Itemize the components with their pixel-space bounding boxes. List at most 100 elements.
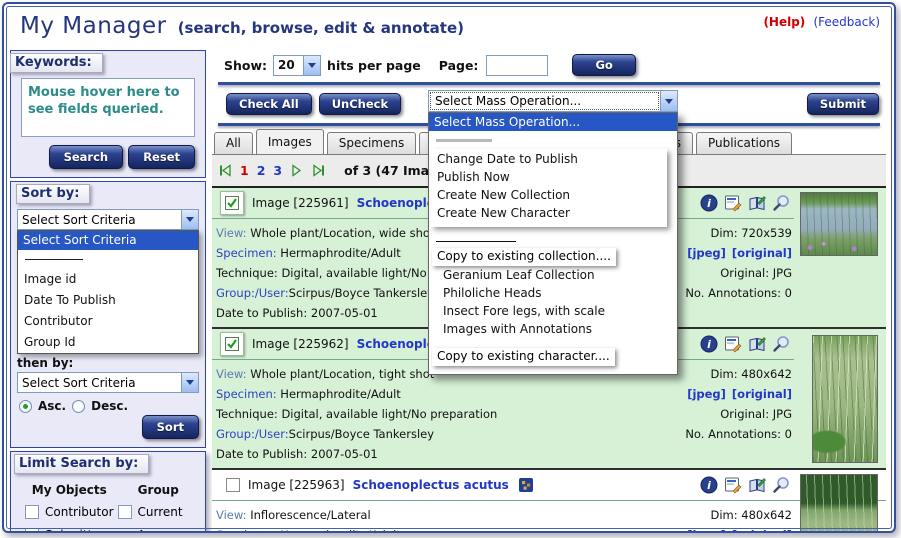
chevron-down-icon[interactable]	[181, 210, 198, 229]
then-by-selected: Select Sort Criteria	[18, 376, 181, 390]
dim-value: 480x642	[741, 367, 792, 381]
contributor-checkbox[interactable]	[25, 505, 39, 519]
info-icon[interactable]: i	[700, 194, 718, 212]
original-format-value: JPG	[773, 266, 792, 280]
desc-radio[interactable]	[72, 400, 85, 413]
sort-option[interactable]: Contributor	[18, 311, 198, 332]
massop-option-copy-collection[interactable]: Copy to existing collection....	[432, 248, 616, 266]
help-link[interactable]: (Help)	[763, 15, 805, 29]
tab-all[interactable]: All	[214, 132, 253, 154]
original-link[interactable]: [original]	[732, 528, 792, 533]
image-thumbnail[interactable]	[800, 474, 878, 533]
submit-button[interactable]: Submit	[807, 93, 879, 115]
row-checkbox[interactable]	[226, 478, 240, 492]
original-link[interactable]: [original]	[732, 246, 792, 260]
zoom-icon[interactable]	[772, 476, 790, 494]
keywords-panel: Keywords: Mouse hover here to see fields…	[10, 50, 206, 178]
page-number-current: 1	[240, 163, 249, 178]
zoom-icon[interactable]	[772, 335, 790, 353]
field-label: Group:/User:	[216, 427, 289, 441]
edit-icon[interactable]	[724, 335, 742, 353]
original-link[interactable]: [original]	[732, 387, 792, 401]
massop-collection-option[interactable]: Images with Annotations	[443, 320, 677, 338]
chevron-down-icon[interactable]	[660, 91, 677, 111]
taxon-link[interactable]: Schoenoplectus acutus	[353, 478, 509, 492]
massop-option[interactable]: Create New Collection	[437, 186, 661, 204]
page-number-input[interactable]	[486, 55, 548, 76]
image-thumbnail[interactable]	[800, 192, 878, 256]
jpeg-link[interactable]: [jpeg]	[687, 528, 726, 533]
keywords-hover-area[interactable]: Mouse hover here to see fields queried.	[21, 78, 195, 137]
page-label: Page:	[439, 58, 479, 73]
sort-option-selected[interactable]: Select Sort Criteria	[18, 231, 198, 250]
massop-collection-option[interactable]: Insect Fore legs, with scale	[443, 302, 677, 320]
sort-button[interactable]: Sort	[142, 415, 199, 439]
field-value: Inflorescence/Lateral	[250, 508, 370, 522]
tab-specimens[interactable]: Specimens	[327, 132, 416, 154]
result-row: Image [225963] Schoenoplectus acutus i V…	[212, 470, 886, 533]
uncheck-button[interactable]: UnCheck	[319, 93, 401, 115]
row-checkbox[interactable]	[220, 332, 244, 356]
image-thumbnail[interactable]	[812, 335, 878, 463]
tab-publications[interactable]: Publications	[696, 132, 792, 154]
current-group-checkbox[interactable]	[118, 505, 132, 519]
page-number-link[interactable]: 2	[257, 163, 266, 178]
asc-radio[interactable]	[19, 400, 32, 413]
dropdown-separator	[436, 241, 516, 242]
sort-criteria-select[interactable]: Select Sort Criteria	[17, 209, 199, 230]
info-icon[interactable]: i	[700, 476, 718, 494]
annotate-icon[interactable]	[748, 335, 766, 353]
sidebar: Keywords: Mouse hover here to see fields…	[4, 48, 208, 531]
edit-icon[interactable]	[724, 476, 742, 494]
edit-icon[interactable]	[724, 194, 742, 212]
search-button[interactable]: Search	[49, 145, 124, 169]
field-label: Specimen:	[216, 387, 277, 401]
annotate-icon[interactable]	[748, 476, 766, 494]
feedback-link[interactable]: (Feedback)	[813, 15, 880, 29]
field-value: Hermaphrodite/Adult	[280, 246, 401, 260]
annotations-label: No. Annotations:	[685, 427, 781, 441]
massop-collection-option[interactable]: Philoliche Heads	[443, 284, 677, 302]
sort-option[interactable]: Image id	[18, 269, 198, 290]
tab-images[interactable]: Images	[256, 129, 324, 154]
field-label: Group:/User:	[216, 286, 289, 300]
field-label: Specimen:	[216, 246, 277, 260]
chevron-down-icon[interactable]	[303, 56, 320, 75]
info-icon[interactable]: i	[700, 335, 718, 353]
field-label: Technique:	[216, 407, 278, 421]
zoom-icon[interactable]	[772, 194, 790, 212]
page-go-button[interactable]: Go	[572, 54, 635, 76]
massop-option[interactable]: Publish Now	[437, 168, 661, 186]
then-by-select[interactable]: Select Sort Criteria	[17, 372, 199, 393]
hits-per-page-select[interactable]: 20	[273, 55, 321, 76]
image-id: Image [225961]	[252, 196, 349, 210]
massop-option-selected[interactable]: Select Mass Operation...	[429, 113, 677, 131]
image-id: Image [225962]	[252, 337, 349, 351]
reset-button[interactable]: Reset	[128, 145, 195, 169]
sort-option[interactable]: Group Id	[18, 332, 198, 353]
massop-group: Change Date to Publish Publish Now Creat…	[431, 149, 667, 227]
row-checkbox[interactable]	[220, 191, 244, 215]
check-all-button[interactable]: Check All	[226, 93, 312, 115]
field-value: 2007-05-01	[311, 447, 378, 461]
my-objects-label: My Objects	[25, 483, 114, 497]
mass-operation-select[interactable]: Select Mass Operation...	[428, 90, 678, 112]
field-value: Hermaphrodite/Adult	[280, 387, 401, 401]
submitter-checkbox[interactable]	[25, 528, 39, 533]
massop-option-copy-character[interactable]: Copy to existing character....	[432, 348, 615, 366]
jpeg-link[interactable]: [jpeg]	[687, 387, 726, 401]
taxonomy-icon[interactable]	[519, 478, 533, 492]
chevron-down-icon[interactable]	[181, 373, 198, 392]
last-page-icon[interactable]	[312, 164, 326, 177]
annotate-icon[interactable]	[748, 194, 766, 212]
page-number-link[interactable]: 3	[273, 163, 282, 178]
svg-text:i: i	[707, 197, 711, 210]
jpeg-link[interactable]: [jpeg]	[687, 246, 726, 260]
massop-collection-option[interactable]: Geranium Leaf Collection	[443, 266, 677, 284]
limit-search-label: Limit Search by:	[14, 454, 149, 474]
next-page-icon[interactable]	[290, 164, 304, 177]
massop-option[interactable]: Create New Character	[437, 204, 661, 222]
sort-option[interactable]: Date To Publish	[18, 290, 198, 311]
first-page-icon[interactable]	[218, 164, 232, 177]
massop-option[interactable]: Change Date to Publish	[437, 150, 661, 168]
